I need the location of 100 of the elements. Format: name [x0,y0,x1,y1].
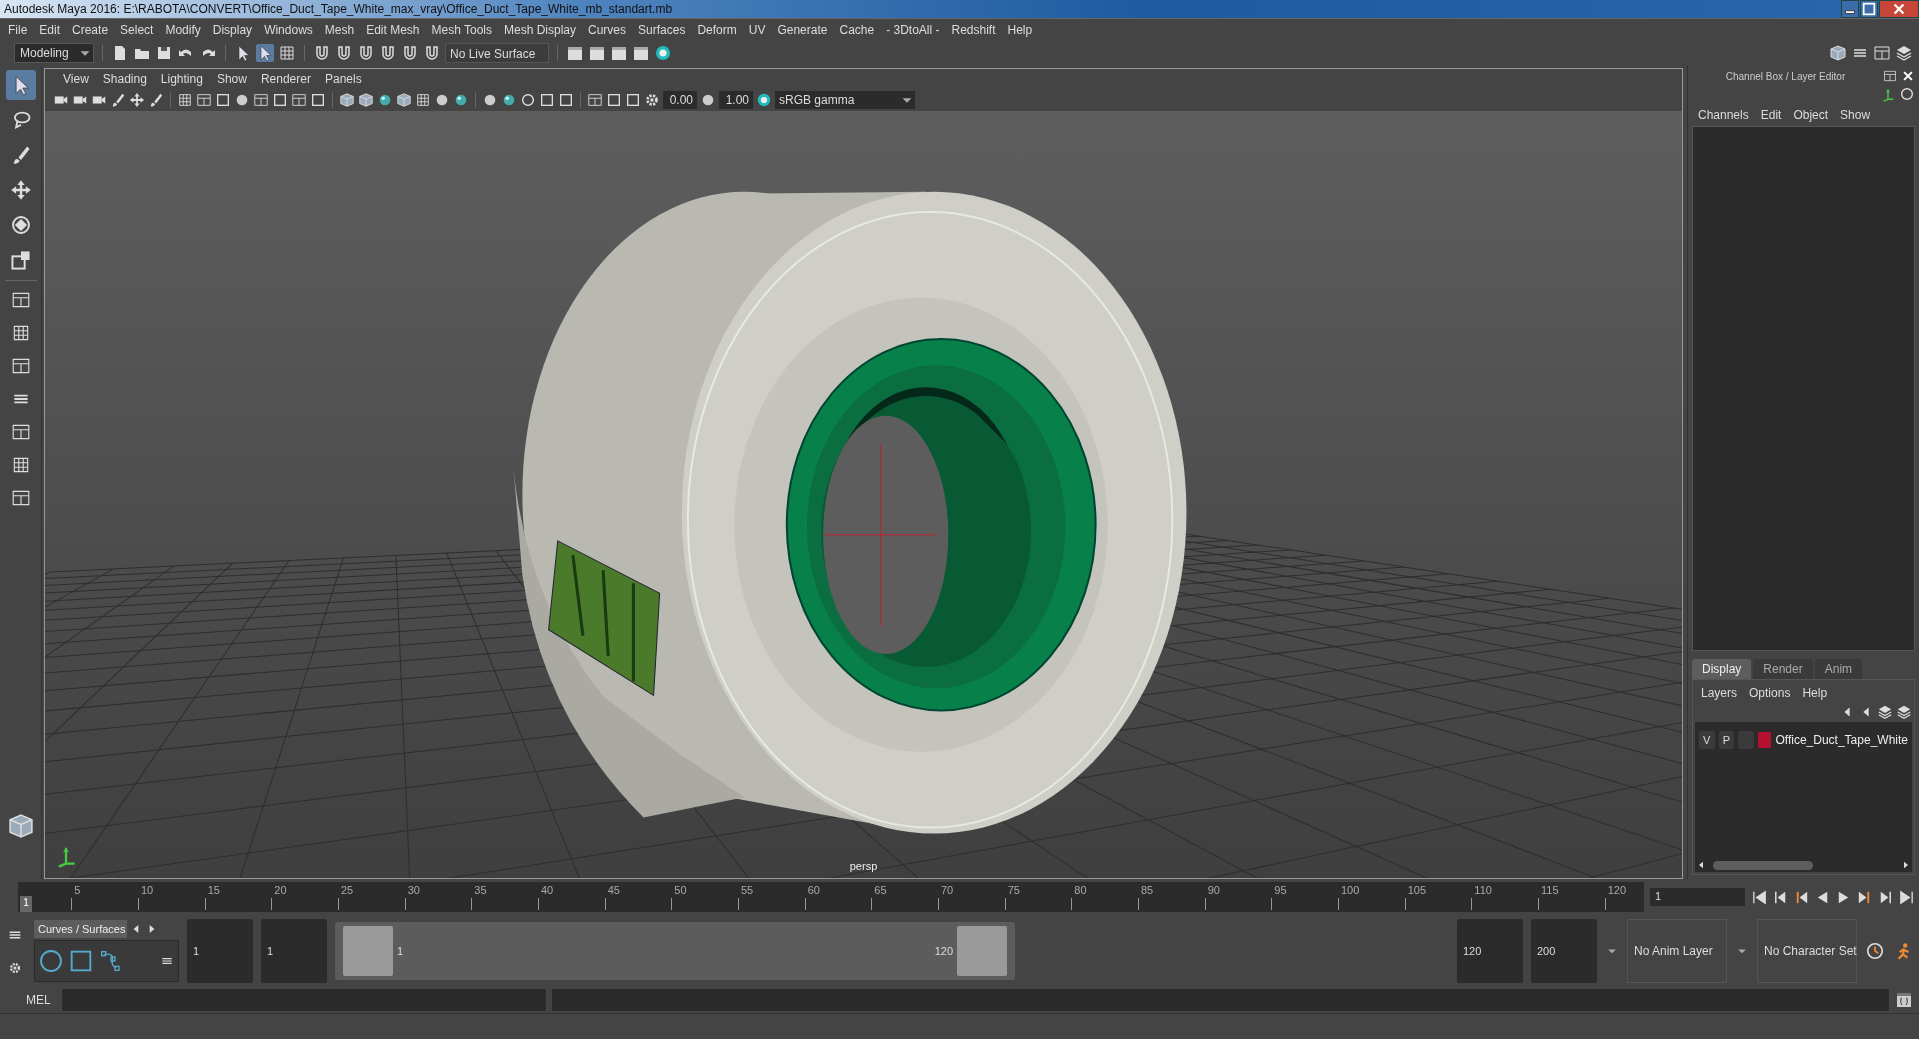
menu-item[interactable]: View [57,72,95,86]
visibility-toggle[interactable]: V [1699,731,1715,749]
panel-tab[interactable]: Display [1692,659,1752,679]
exposure-field[interactable]: 0.00 [663,91,697,109]
magnet-icon[interactable] [335,44,353,62]
menu-item[interactable]: Help [1796,686,1834,700]
square-icon[interactable] [606,92,622,108]
playback-toggle[interactable]: P [1718,731,1735,749]
new-layer-selected-icon[interactable] [1896,704,1912,720]
panel-tab[interactable]: Anim [1814,659,1863,679]
menu-item[interactable]: Show [210,72,253,86]
character-set-dropdown[interactable]: No Character Set [1757,919,1857,983]
square-icon[interactable] [539,92,555,108]
clapper-icon[interactable] [610,44,628,62]
target-icon[interactable] [654,44,672,62]
layer-name[interactable]: Office_Duct_Tape_White [1775,733,1908,747]
go-to-start-icon[interactable] [1751,888,1768,906]
layout-icon[interactable] [1873,44,1891,62]
time-slider[interactable]: 1 5 10 15 20 25 30 35 40 45 50 55 60 65 70 75 80 85 90 95 100 105 110 115 120 [18,882,1644,912]
close-button[interactable] [1879,0,1919,18]
menu-item[interactable]: Redshift [945,22,1002,37]
square-icon[interactable] [215,92,231,108]
curve-icon[interactable] [99,949,123,973]
clapper-icon[interactable] [566,44,584,62]
anim-layer-dropdown[interactable]: No Anim Layer [1627,919,1727,983]
menu-item[interactable]: Lighting [154,72,209,86]
menu-item[interactable]: Object [1787,108,1835,122]
horizontal-scrollbar[interactable] [1695,858,1912,872]
brush-icon[interactable] [148,92,164,108]
sphere-icon[interactable] [501,92,517,108]
menu-item[interactable]: Curves [582,22,633,37]
magnet-icon[interactable] [379,44,397,62]
menu-item[interactable]: Shading [96,72,153,86]
square-icon[interactable] [272,92,288,108]
playback-start-field[interactable]: 1 [261,919,327,983]
square-icon[interactable] [310,92,326,108]
scrollbar-thumb[interactable] [1713,860,1813,870]
menu-item[interactable]: Generate [771,22,834,37]
float-panel-icon[interactable] [1883,69,1897,83]
dot-icon[interactable] [234,92,250,108]
layers-icon[interactable] [1895,44,1913,62]
menu-item[interactable]: Channels [1692,108,1755,122]
grid-icon[interactable] [415,92,431,108]
panel-tab[interactable]: Render [1753,659,1813,679]
menu-item[interactable]: - 3DtoAll - [880,22,946,37]
menu-item[interactable]: UV [742,22,772,37]
magnet-icon[interactable] [357,44,375,62]
menu-item[interactable]: Select [114,22,160,37]
magnet-icon[interactable] [313,44,331,62]
dot-icon[interactable] [482,92,498,108]
clapper-icon[interactable] [588,44,606,62]
menu-item[interactable]: Edit [1754,108,1788,122]
workspace-dropdown[interactable]: Modeling [14,43,94,63]
select-by-object-icon[interactable] [256,44,274,62]
menu-item[interactable]: Cache [833,22,881,37]
start-time-field[interactable]: 1 [187,919,253,983]
menu-item[interactable]: Windows [258,22,319,37]
menu-item[interactable]: Mesh Display [498,22,583,37]
circle-icon[interactable] [39,949,63,973]
menu-item[interactable]: Edit Mesh [360,22,426,37]
menu-item[interactable]: Panels [318,72,368,86]
dot-icon[interactable] [434,92,450,108]
menu-item[interactable]: Mesh [318,22,361,37]
layout-icon[interactable] [291,92,307,108]
clapper-icon[interactable] [632,44,650,62]
layout-icon[interactable] [587,92,603,108]
cube-icon[interactable] [339,92,355,108]
layer-color-swatch[interactable] [1757,732,1772,748]
shelf-tab[interactable]: Curves / Surfaces [34,920,128,938]
square-icon[interactable] [69,949,93,973]
current-frame-field[interactable]: 1 [1650,888,1745,906]
maximize-button[interactable] [1860,0,1878,18]
range-start-handle[interactable] [343,926,393,976]
sphere-icon[interactable] [453,92,469,108]
close-icon[interactable] [1901,69,1915,83]
range-slider[interactable]: 1 120 [335,922,1015,980]
square-icon[interactable] [625,92,641,108]
gamma-field[interactable]: 1.00 [719,91,753,109]
menu-item[interactable]: Layers [1695,686,1744,700]
script-editor-icon[interactable] [1895,991,1913,1009]
sphere-icon[interactable] [377,92,393,108]
menu-item[interactable]: Options [1743,686,1797,700]
magnet-icon[interactable] [423,44,441,62]
menu-item[interactable]: Show [1834,108,1877,122]
auto-key-icon[interactable] [1865,941,1885,961]
menu-item[interactable]: Help [1001,22,1039,37]
menu-item[interactable]: Edit [33,22,67,37]
minimize-button[interactable] [1841,0,1859,18]
menu-item[interactable]: Renderer [254,72,317,86]
cube-icon[interactable] [396,92,412,108]
layout-icon[interactable] [196,92,212,108]
current-frame-marker[interactable]: 1 [20,896,32,912]
go-to-end-icon[interactable] [1898,888,1915,906]
grid-icon[interactable] [177,92,193,108]
gear-icon[interactable] [644,92,660,108]
menu-item[interactable]: Create [66,22,115,37]
ring-icon[interactable] [520,92,536,108]
shelf-settings-icon[interactable] [8,961,22,975]
cube-icon[interactable] [1829,44,1847,62]
menu-item[interactable]: Mesh Tools [425,22,498,37]
